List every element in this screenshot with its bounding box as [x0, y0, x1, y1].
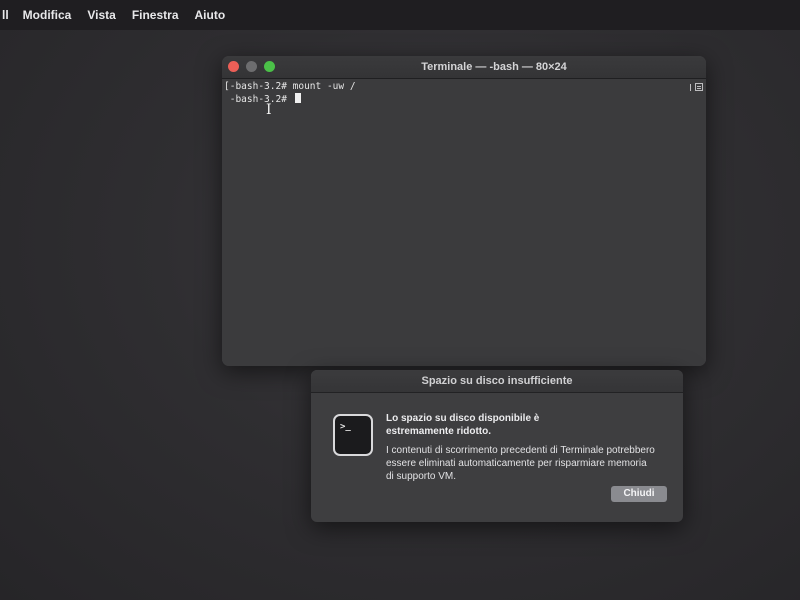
- terminal-titlebar[interactable]: Terminale — -bash — 80×24: [222, 56, 706, 79]
- menu-aiuto[interactable]: Aiuto: [195, 8, 226, 22]
- minimize-icon[interactable]: [246, 61, 257, 72]
- low-disk-alert: Spazio su disco insufficiente >_ Lo spaz…: [311, 370, 683, 522]
- terminal-line-prompt: -bash-3.2#: [224, 93, 704, 106]
- terminal-window: Terminale — -bash — 80×24 [-bash-3.2# mo…: [222, 56, 706, 366]
- menu-bar: ll Modifica Vista Finestra Aiuto: [0, 0, 800, 30]
- menu-modifica[interactable]: Modifica: [23, 8, 72, 22]
- close-icon[interactable]: [228, 61, 239, 72]
- alert-icon-prompt: >_: [340, 422, 351, 432]
- scroll-bracket-icon: [690, 84, 691, 91]
- menu-vista[interactable]: Vista: [87, 8, 115, 22]
- scroll-marker-icon[interactable]: [695, 83, 703, 91]
- menu-finestra[interactable]: Finestra: [132, 8, 179, 22]
- text-cursor: [294, 93, 301, 103]
- menu-bar-edge-glyph: ll: [2, 8, 9, 22]
- terminal-app-icon: >_: [333, 414, 373, 456]
- terminal-prompt-text: -bash-3.2#: [224, 94, 293, 105]
- desktop: ll Modifica Vista Finestra Aiuto Termina…: [0, 0, 800, 600]
- terminal-title: Terminale — -bash — 80×24: [421, 61, 567, 73]
- alert-heading: Lo spazio su disco disponibile è estrema…: [386, 413, 540, 437]
- terminal-line: [-bash-3.2# mount -uw /: [224, 81, 356, 92]
- terminal-scrollbar[interactable]: [690, 81, 704, 361]
- close-alert-button[interactable]: Chiudi: [611, 486, 667, 502]
- ibeam-cursor-icon: I: [266, 102, 272, 118]
- alert-title: Spazio su disco insufficiente: [311, 370, 683, 393]
- terminal-content[interactable]: [-bash-3.2# mount -uw / -bash-3.2# I: [222, 79, 706, 366]
- zoom-icon[interactable]: [264, 61, 275, 72]
- alert-message: I contenuti di scorrimento precedenti di…: [386, 445, 655, 482]
